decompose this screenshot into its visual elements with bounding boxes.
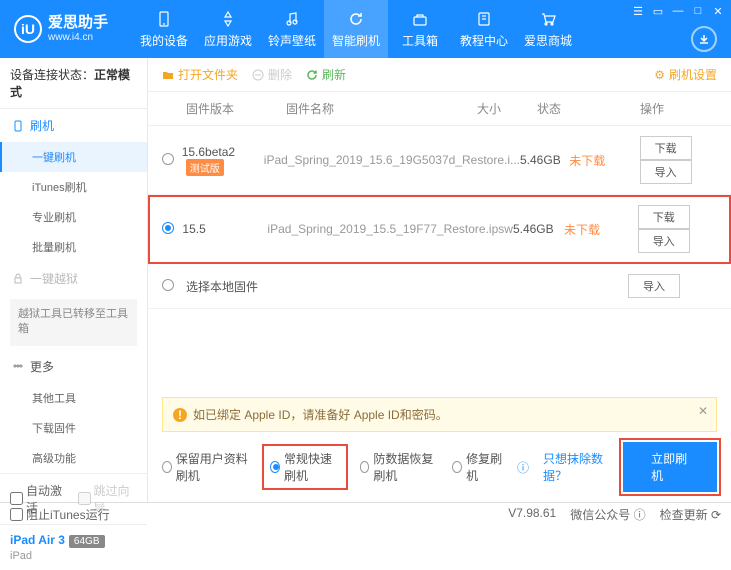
- opt-anti-recovery[interactable]: 防数据恢复刷机: [360, 450, 439, 484]
- delete-button: 删除: [252, 66, 292, 83]
- block-itunes-check[interactable]: 阻止iTunes运行: [10, 506, 110, 523]
- menu-icon[interactable]: ☰: [631, 4, 645, 18]
- firmware-row[interactable]: 15.6beta2测试版 iPad_Spring_2019_15.6_19G50…: [148, 126, 731, 195]
- toolbox-icon: [410, 9, 430, 29]
- open-folder-button[interactable]: 打开文件夹: [162, 66, 238, 83]
- wechat-link[interactable]: 微信公众号 ⓘ: [570, 506, 645, 523]
- opt-repair[interactable]: 修复刷机: [452, 450, 502, 484]
- nav-shop[interactable]: 爱思商城: [516, 0, 580, 58]
- titlebar: iU 爱思助手 www.i4.cn 我的设备 应用游戏 铃声壁纸 智能刷机 工具…: [0, 0, 731, 58]
- radio-icon: [360, 461, 370, 473]
- logo-icon: iU: [14, 15, 42, 43]
- sidebar-item-pro[interactable]: 专业刷机: [0, 202, 147, 232]
- sidebar-item-oneclick[interactable]: 一键刷机: [0, 142, 147, 172]
- radio-icon[interactable]: [162, 153, 174, 165]
- close-icon[interactable]: ✕: [711, 4, 725, 18]
- cart-icon: [538, 9, 558, 29]
- opt-keep-data[interactable]: 保留用户资料刷机: [162, 450, 250, 484]
- app-logo: iU 爱思助手 www.i4.cn: [0, 15, 122, 43]
- erase-link[interactable]: 只想抹除数据？: [543, 450, 609, 484]
- device-type: iPad: [10, 550, 137, 562]
- sidebar-section-more[interactable]: 更多: [0, 350, 147, 383]
- sidebar-item-other[interactable]: 其他工具: [0, 383, 147, 413]
- music-icon: [282, 9, 302, 29]
- table-header: 固件版本 固件名称 大小 状态 操作: [148, 92, 731, 126]
- radio-icon[interactable]: [162, 279, 174, 291]
- refresh-button[interactable]: 刷新: [306, 66, 346, 83]
- sidebar-item-advanced[interactable]: 高级功能: [0, 443, 147, 473]
- radio-icon[interactable]: [162, 222, 174, 234]
- th-size: 大小: [477, 100, 537, 117]
- firmware-row[interactable]: 15.5 iPad_Spring_2019_15.5_19F77_Restore…: [148, 195, 731, 264]
- th-status: 状态: [537, 100, 587, 117]
- main-nav: 我的设备 应用游戏 铃声壁纸 智能刷机 工具箱 教程中心 爱思商城: [132, 0, 580, 58]
- device-info[interactable]: iPad Air 3 64GB iPad: [0, 524, 147, 570]
- nav-tutorial[interactable]: 教程中心: [452, 0, 516, 58]
- radio-icon: [270, 461, 280, 473]
- download-button[interactable]: [691, 26, 717, 52]
- gear-icon: ⚙: [654, 68, 665, 82]
- svg-text:!: !: [178, 408, 182, 422]
- skin-icon[interactable]: ▭: [651, 4, 665, 18]
- download-button[interactable]: 下载: [640, 136, 692, 160]
- nav-tools[interactable]: 工具箱: [388, 0, 452, 58]
- import-button[interactable]: 导入: [638, 229, 690, 253]
- flash-now-button[interactable]: 立即刷机: [623, 442, 717, 492]
- refresh-icon: [346, 9, 366, 29]
- window-controls: ☰ ▭ — □ ✕: [631, 4, 725, 18]
- close-warning-icon[interactable]: ✕: [698, 404, 708, 418]
- flash-options: 保留用户资料刷机 常规快速刷机 防数据恢复刷机 修复刷机 ⓘ 只想抹除数据？ 立…: [148, 432, 731, 502]
- flash-settings-button[interactable]: ⚙刷机设置: [654, 66, 717, 83]
- sidebar-section-jailbreak[interactable]: 一键越狱: [0, 262, 147, 295]
- nav-flash[interactable]: 智能刷机: [324, 0, 388, 58]
- opt-normal-flash[interactable]: 常规快速刷机: [264, 446, 345, 488]
- nav-ringtone[interactable]: 铃声壁纸: [260, 0, 324, 58]
- download-button[interactable]: 下载: [638, 205, 690, 229]
- sidebar-item-itunes[interactable]: iTunes刷机: [0, 172, 147, 202]
- phone-icon: [154, 9, 174, 29]
- maximize-icon[interactable]: □: [691, 4, 705, 18]
- th-version: 固件版本: [186, 100, 286, 117]
- book-icon: [474, 9, 494, 29]
- import-button[interactable]: 导入: [628, 274, 680, 298]
- content: 打开文件夹 删除 刷新 ⚙刷机设置 固件版本 固件名称 大小 状态 操作 15.…: [148, 58, 731, 502]
- sidebar: 设备连接状态：正常模式 刷机 一键刷机 iTunes刷机 专业刷机 批量刷机 一…: [0, 58, 148, 502]
- minimize-icon[interactable]: —: [671, 4, 685, 18]
- app-icon: [218, 9, 238, 29]
- help-icon[interactable]: ⓘ: [517, 459, 529, 476]
- version-label: V7.98.61: [508, 506, 556, 523]
- th-ops: 操作: [587, 100, 717, 117]
- toolbar: 打开文件夹 删除 刷新 ⚙刷机设置: [148, 58, 731, 92]
- nav-apps[interactable]: 应用游戏: [196, 0, 260, 58]
- nav-device[interactable]: 我的设备: [132, 0, 196, 58]
- device-storage: 64GB: [69, 535, 105, 548]
- app-url: www.i4.cn: [48, 32, 108, 43]
- connection-status: 设备连接状态：正常模式: [0, 58, 147, 109]
- radio-icon: [162, 461, 172, 473]
- device-name: iPad Air 3: [10, 533, 65, 547]
- jailbreak-note: 越狱工具已转移至工具箱: [10, 299, 137, 346]
- sidebar-item-batch[interactable]: 批量刷机: [0, 232, 147, 262]
- import-button[interactable]: 导入: [640, 160, 692, 184]
- sidebar-section-flash[interactable]: 刷机: [0, 109, 147, 142]
- app-name: 爱思助手: [48, 15, 108, 32]
- local-firmware-row[interactable]: 选择本地固件 导入: [148, 264, 731, 309]
- radio-icon: [452, 461, 462, 473]
- check-update-link[interactable]: 检查更新 ⟳: [660, 506, 721, 523]
- th-name: 固件名称: [286, 100, 477, 117]
- sidebar-item-download[interactable]: 下载固件: [0, 413, 147, 443]
- warning-icon: !: [173, 408, 187, 422]
- appleid-warning: ! 如已绑定 Apple ID，请准备好 Apple ID和密码。 ✕: [162, 397, 717, 432]
